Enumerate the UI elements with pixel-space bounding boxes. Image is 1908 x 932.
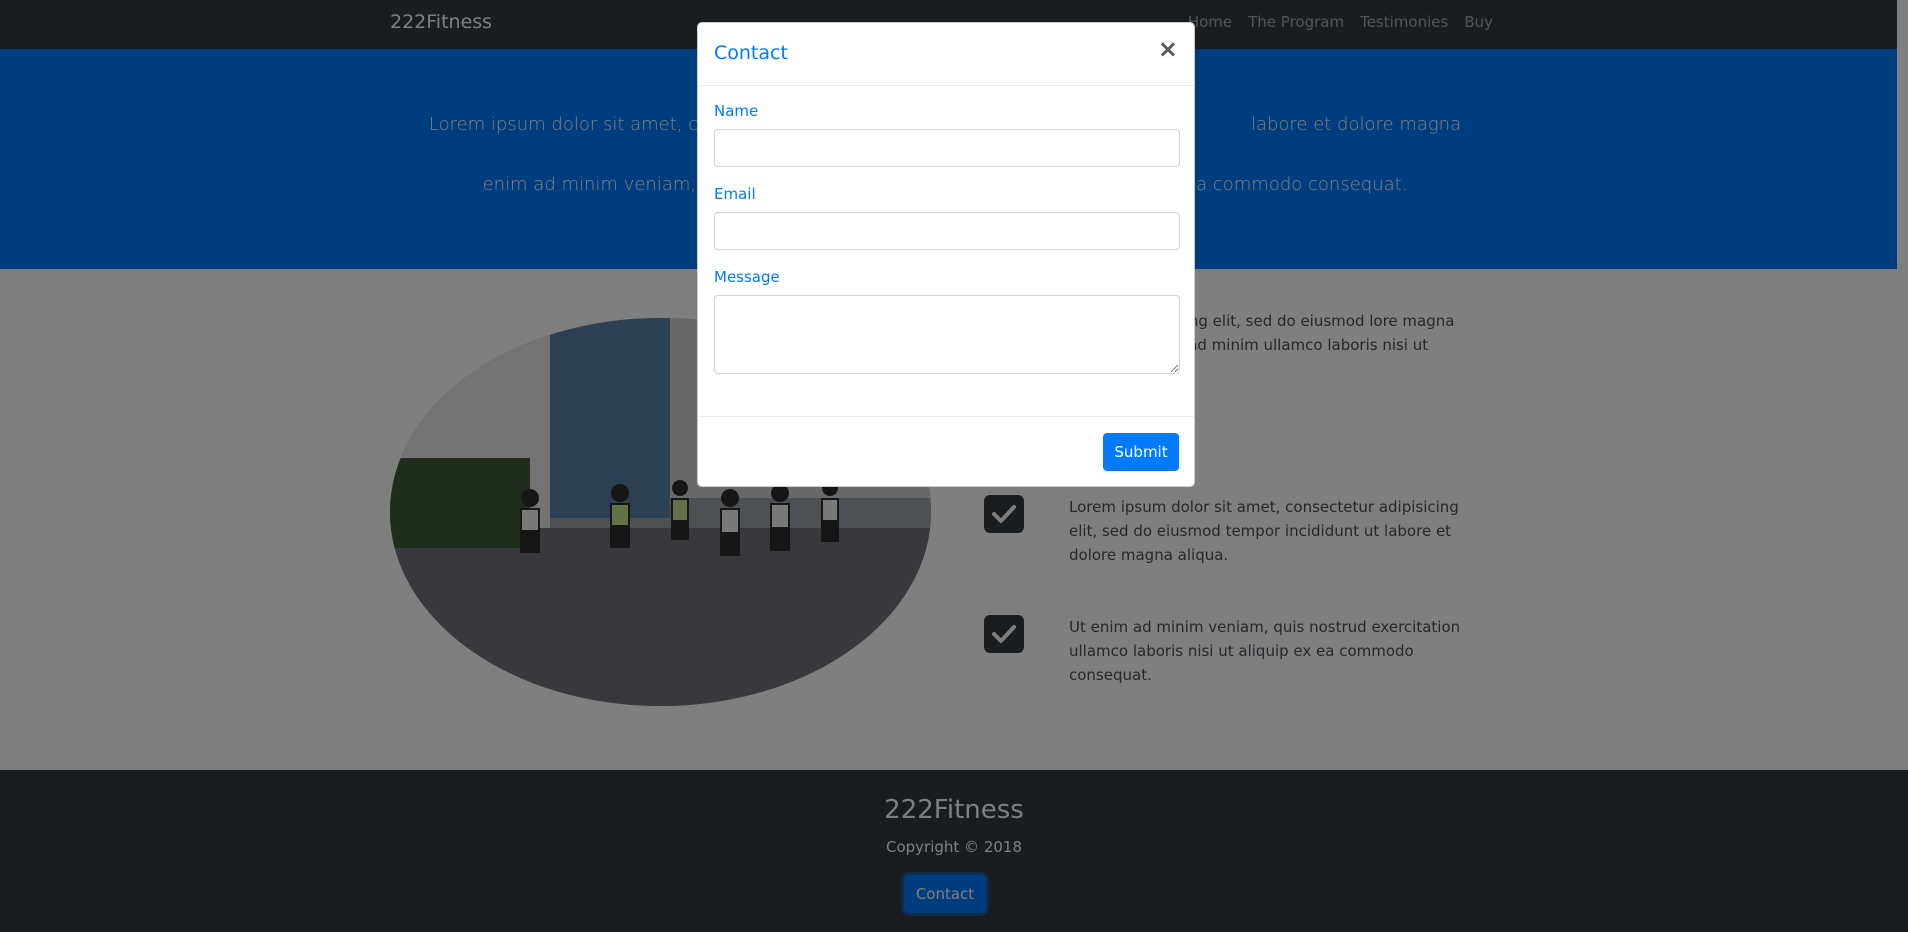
email-label: Email [714, 185, 756, 203]
email-field[interactable] [714, 212, 1180, 250]
message-label: Message [714, 268, 780, 286]
modal-title: Contact [714, 42, 788, 64]
close-icon[interactable]: × [1158, 37, 1178, 61]
modal-footer: Submit [698, 416, 1194, 487]
modal-header: Contact × [698, 23, 1194, 86]
name-label: Name [714, 102, 759, 120]
submit-button[interactable]: Submit [1103, 433, 1179, 471]
contact-modal: Contact × Name Email Message Submit [697, 22, 1195, 487]
modal-body: Name Email Message [698, 86, 1194, 390]
message-field[interactable] [714, 295, 1180, 374]
name-field[interactable] [714, 129, 1180, 167]
